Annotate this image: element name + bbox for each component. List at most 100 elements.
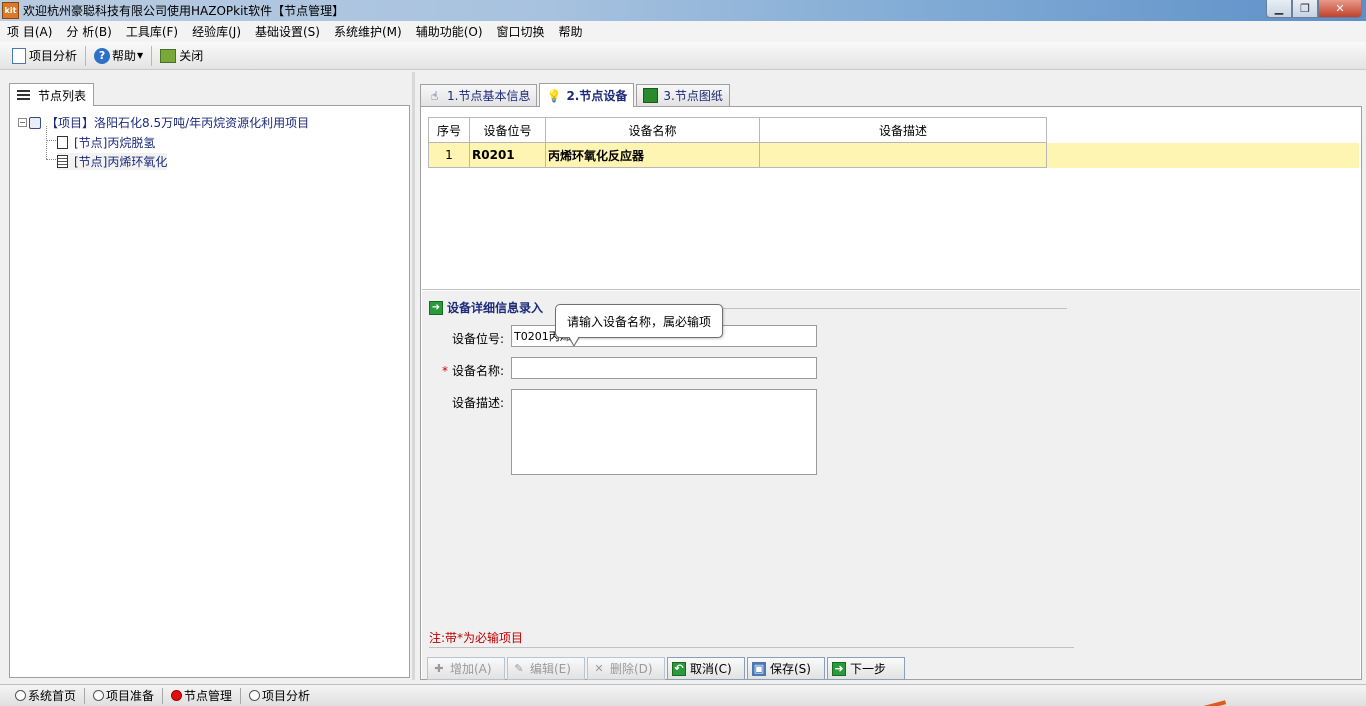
tab-node-basic-info[interactable]: ☝ 1.节点基本信息 (420, 84, 538, 106)
tree-project-item[interactable]: − 【项目】洛阳石化8.5万吨/年丙烷资源化利用项目 (18, 114, 309, 131)
node-document-icon (57, 155, 68, 168)
add-button[interactable]: ✚ 增加(A) (427, 657, 505, 680)
column-header-no[interactable]: 序号 (428, 117, 470, 143)
menu-experience[interactable]: 经验库(J) (185, 23, 248, 40)
action-buttons: ✚ 增加(A) ✎ 编辑(E) ✕ 删除(D) ↶ 取消(C) ▣ 保存(S) … (427, 657, 907, 680)
validation-tooltip: 请输入设备名称，属必输项 (555, 304, 723, 338)
cell-name: 丙烯环氧化反应器 (545, 142, 760, 168)
tree-node-label: [节点]丙烷脱氢 (74, 136, 156, 150)
undo-icon: ↶ (672, 661, 686, 676)
tag-label: 设备位号: (451, 332, 504, 346)
menu-basic-settings[interactable]: 基础设置(S) (248, 23, 327, 40)
picture-icon (643, 88, 659, 103)
cell-desc (759, 142, 1047, 168)
equipment-desc-textarea[interactable] (511, 389, 817, 475)
tab-label: 3.节点图纸 (663, 89, 723, 103)
required-mark: * (441, 364, 448, 378)
toolbar-separator (151, 45, 153, 66)
tree-node-item[interactable]: [节点]丙烷脱氢 (57, 134, 155, 151)
status-node-management[interactable]: 节点管理 (166, 687, 237, 704)
menu-auxiliary[interactable]: 辅助功能(O) (409, 23, 490, 40)
close-button[interactable]: 关闭 (156, 44, 207, 68)
project-analysis-label: 项目分析 (29, 49, 78, 63)
delete-button[interactable]: ✕ 删除(D) (587, 657, 665, 680)
selected-row-extension (1044, 143, 1359, 168)
lightbulb-icon: 💡 (546, 88, 562, 103)
toolbar: 项目分析 ? 帮助 ▼ 关闭 (0, 42, 1366, 70)
column-header-name[interactable]: 设备名称 (545, 117, 760, 143)
status-home[interactable]: 系统首页 (10, 687, 81, 704)
column-header-tag[interactable]: 设备位号 (469, 117, 546, 143)
edit-label: 编辑(E) (530, 662, 571, 676)
status-separator (162, 687, 164, 704)
menu-tools[interactable]: 工具库(F) (119, 23, 185, 40)
status-node-management-label: 节点管理 (184, 689, 233, 703)
menu-bar: 项 目(A) 分 析(B) 工具库(F) 经验库(J) 基础设置(S) 系统维护… (0, 21, 1366, 42)
project-analysis-button[interactable]: 项目分析 (8, 44, 81, 68)
app-logo-icon: kit (2, 2, 19, 19)
minimize-button[interactable]: ▁ (1266, 0, 1292, 18)
node-tree: − 【项目】洛阳石化8.5万吨/年丙烷资源化利用项目 [节点]丙烷脱氢 [节点]… (9, 105, 410, 678)
close-window-button[interactable]: ✕ (1318, 0, 1362, 18)
detail-tabs: ☝ 1.节点基本信息 💡 2.节点设备 3.节点图纸 (420, 83, 732, 107)
equipment-form: ➜ 设备详细信息录入 请输入设备名称，属必输项 设备位号: *设备名称: 设备描… (422, 291, 1360, 680)
toolbar-separator (85, 45, 87, 66)
status-separator (240, 687, 242, 704)
node-detail-panel: ☝ 1.节点基本信息 💡 2.节点设备 3.节点图纸 序号 设备位号 设备名称 … (415, 80, 1362, 680)
column-header-desc[interactable]: 设备描述 (759, 117, 1047, 143)
maximize-button[interactable]: ❐ (1292, 0, 1318, 18)
help-label: 帮助 (112, 49, 137, 63)
menu-help[interactable]: 帮助 (552, 23, 590, 40)
required-note: 注:带*为必输项目 (429, 631, 524, 645)
equipment-name-input[interactable] (511, 357, 817, 379)
tooltip-tail (569, 336, 579, 345)
status-radio-icon (249, 690, 261, 701)
collapse-icon[interactable]: − (18, 118, 27, 127)
name-label-wrap: * 设备名称: (434, 362, 504, 379)
menu-window-switch[interactable]: 窗口切换 (490, 23, 552, 40)
next-step-button[interactable]: ➜ 下一步 (827, 657, 905, 680)
hand-icon: ☝ (430, 88, 439, 103)
help-button[interactable]: ? 帮助 ▼ (90, 44, 147, 68)
tree-node-item-selected[interactable]: [节点]丙烯环氧化 (57, 153, 168, 170)
desc-label: 设备描述: (451, 396, 504, 410)
section-title: ➜ 设备详细信息录入 (429, 299, 543, 316)
next-label: 下一步 (850, 662, 887, 676)
project-icon (29, 116, 41, 129)
menu-analysis[interactable]: 分 析(B) (59, 23, 118, 40)
status-project-analysis[interactable]: 项目分析 (244, 687, 315, 704)
cancel-label: 取消(C) (690, 662, 732, 676)
tab-node-list[interactable]: 节点列表 (9, 83, 94, 106)
tab-node-drawings[interactable]: 3.节点图纸 (636, 84, 730, 106)
save-label: 保存(S) (770, 662, 811, 676)
title-bar: kit 欢迎杭州豪聪科技有限公司使用HAZOPkit软件【节点管理】 ▁ ❐ ✕ (0, 0, 1366, 21)
exit-icon (160, 48, 177, 63)
save-button[interactable]: ▣ 保存(S) (747, 657, 825, 680)
delete-icon: ✕ (594, 662, 604, 675)
name-label: 设备名称: (451, 364, 504, 378)
cancel-button[interactable]: ↶ 取消(C) (667, 657, 745, 680)
bottom-divider (429, 647, 1074, 648)
document-icon (12, 47, 26, 64)
window-title: 欢迎杭州豪聪科技有限公司使用HAZOPkit软件【节点管理】 (23, 4, 345, 18)
tree-project-label: 【项目】洛阳石化8.5万吨/年丙烷资源化利用项目 (46, 116, 310, 130)
status-separator (84, 687, 86, 704)
tab-label: 2.节点设备 (566, 89, 628, 103)
edit-button[interactable]: ✎ 编辑(E) (507, 657, 585, 680)
status-radio-icon (15, 690, 26, 701)
status-home-label: 系统首页 (28, 689, 77, 703)
equipment-grid: 序号 设备位号 设备名称 设备描述 1 R0201 丙烯环氧化反应器 (422, 110, 1360, 290)
status-accent-mark (1203, 700, 1227, 706)
delete-label: 删除(D) (610, 662, 653, 676)
tab-node-equipment[interactable]: 💡 2.节点设备 (539, 83, 635, 107)
status-project-prep[interactable]: 项目准备 (88, 687, 159, 704)
table-row[interactable]: 1 R0201 丙烯环氧化反应器 (428, 142, 1047, 168)
cell-no: 1 (428, 142, 470, 168)
node-document-icon (57, 136, 68, 149)
status-radio-icon (93, 690, 105, 701)
equipment-table: 序号 设备位号 设备名称 设备描述 1 R0201 丙烯环氧化反应器 (428, 117, 1047, 168)
menu-system-maintenance[interactable]: 系统维护(M) (327, 23, 409, 40)
arrow-right-icon: ➜ (429, 300, 443, 315)
section-title-label: 设备详细信息录入 (447, 301, 544, 315)
menu-project[interactable]: 项 目(A) (0, 23, 59, 40)
